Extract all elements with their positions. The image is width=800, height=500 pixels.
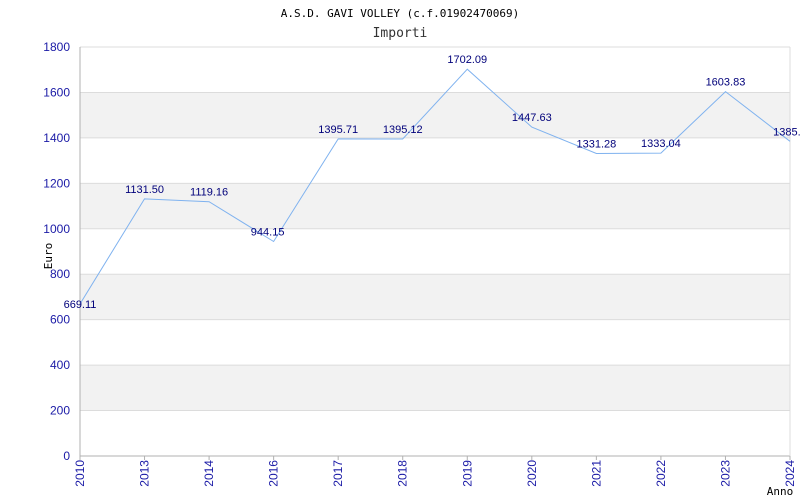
y-tick-label: 1800 (43, 40, 70, 54)
y-tick-label: 600 (50, 313, 70, 327)
x-tick-label: 2017 (331, 460, 345, 487)
y-tick-label: 1000 (43, 222, 70, 236)
x-tick-label: 2020 (525, 460, 539, 487)
y-tick-label: 1600 (43, 85, 70, 99)
data-label: 1447.63 (512, 112, 552, 124)
x-tick-label: 2024 (783, 460, 797, 487)
line-chart: 020040060080010001200140016001800 2010 20… (42, 7, 800, 498)
x-tick-labels: 2010 2013 2014 2016 2017 2018 2019 2020 2021 2022… (73, 460, 797, 487)
x-tick-label: 2014 (202, 460, 216, 487)
x-tick-label: 2016 (267, 460, 281, 487)
chart-subtitle: Importi (373, 26, 428, 41)
y-tick-label: 1400 (43, 131, 70, 145)
y-axis-label: Euro (42, 243, 55, 270)
data-label: 944.15 (251, 226, 285, 238)
data-label: 1333.04 (641, 138, 681, 150)
data-label: 1331.28 (576, 139, 616, 151)
plot-band (80, 274, 790, 320)
data-label: 1131.50 (125, 184, 164, 196)
y-tick-label: 400 (50, 358, 70, 372)
chart-title: A.S.D. GAVI VOLLEY (c.f.01902470069) (281, 7, 519, 20)
x-tick-label: 2021 (589, 460, 603, 487)
x-tick-label: 2013 (138, 460, 152, 487)
y-tick-label: 0 (63, 449, 70, 463)
plot-band (80, 365, 790, 411)
y-tick-label: 1200 (43, 176, 70, 190)
data-label: 1395.12 (383, 124, 423, 136)
x-tick-label: 2018 (396, 460, 410, 487)
data-label: 1385.2 (773, 126, 800, 138)
plot-bands (80, 92, 790, 411)
x-tick-label: 2023 (718, 460, 732, 487)
x-tick-label: 2019 (460, 460, 474, 487)
data-label: 669.11 (64, 299, 97, 311)
data-label: 1395.71 (318, 124, 358, 136)
data-label: 1119.16 (190, 187, 228, 199)
x-tick-label: 2022 (654, 460, 668, 487)
data-label: 1603.83 (706, 77, 746, 89)
y-tick-label: 200 (50, 404, 70, 418)
data-label: 1702.09 (447, 54, 487, 66)
x-axis-label: Anno (767, 485, 794, 498)
plot-band (80, 183, 790, 229)
x-tick-label: 2010 (73, 460, 87, 487)
